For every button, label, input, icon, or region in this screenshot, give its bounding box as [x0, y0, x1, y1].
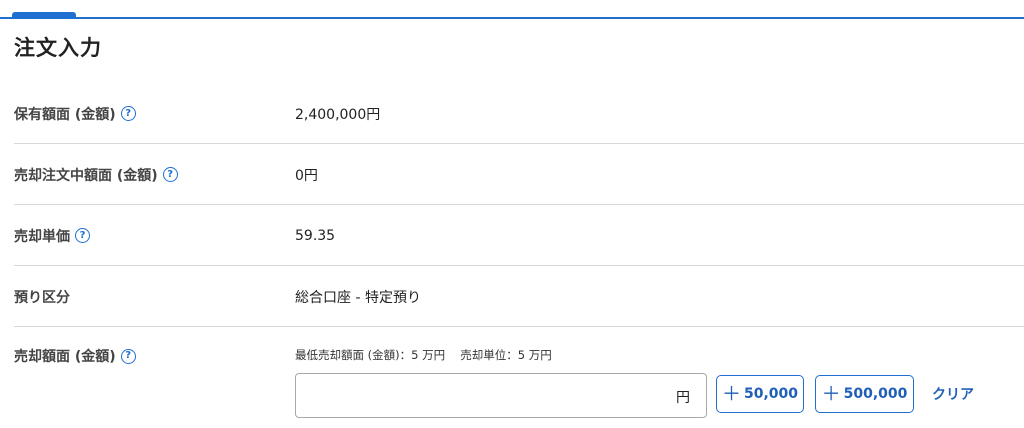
row-value: 0円 [295, 167, 318, 184]
page-title: 注文入力 [14, 36, 102, 60]
row-pending-sell-face-value: 売却注文中額面 (金額) ? 0円 [14, 144, 1024, 205]
amount-constraints-note: 最低売却額面 (金額)：5 万円 売却単位：5 万円 [295, 348, 552, 362]
amount-input-box[interactable]: 円 [295, 373, 707, 418]
row-value: 総合口座 - 特定預り [295, 289, 421, 306]
header-divider [0, 17, 1024, 19]
help-icon[interactable]: ? [75, 228, 90, 243]
help-icon[interactable]: ? [162, 167, 178, 182]
row-label-wrap: 売却単価 ? [14, 205, 90, 266]
help-icon[interactable]: ? [120, 348, 136, 364]
row-sell-unit-price: 売却単価 ? 59.35 [14, 205, 1024, 266]
add-500000-button[interactable]: ＋ 500,000 [815, 375, 914, 413]
add-50000-label: 50,000 [743, 386, 799, 402]
row-value: 59.35 [295, 227, 336, 244]
plus-icon: ＋ [721, 382, 741, 405]
add-50000-button[interactable]: ＋ 50,000 [716, 375, 804, 413]
row-custody-type: 預り区分 総合口座 - 特定預り [14, 266, 1024, 327]
row-label: 売却注文中額面 (金額) [14, 167, 158, 184]
row-holding-face-value: 保有額面 (金額) ? 2,400,000円 [14, 83, 1024, 144]
add-500000-label: 500,000 [843, 386, 908, 402]
row-label: 預り区分 [14, 289, 70, 306]
row-sell-face-value: 売却額面 (金額) ? 最低売却額面 (金額)：5 万円 売却単位：5 万円 円… [14, 327, 1024, 427]
clear-button[interactable]: クリア [932, 375, 974, 413]
row-label: 保有額面 (金額) [14, 106, 116, 123]
row-label-wrap: 保有額面 (金額) ? [14, 83, 136, 144]
row-label-wrap: 預り区分 [14, 266, 70, 327]
plus-icon: ＋ [821, 382, 841, 405]
row-label-wrap: 売却注文中額面 (金額) ? [14, 144, 178, 205]
row-label: 売却額面 (金額) [14, 349, 116, 365]
help-icon[interactable]: ? [120, 106, 136, 121]
order-info-list: 保有額面 (金額) ? 2,400,000円 売却注文中額面 (金額) ? 0円… [14, 83, 1024, 427]
amount-unit-label: 円 [676, 389, 690, 406]
row-value: 2,400,000円 [295, 106, 381, 123]
sell-amount-input[interactable] [304, 382, 654, 410]
row-label-wrap: 売却額面 (金額) ? [14, 346, 136, 366]
row-label: 売却単価 [14, 228, 70, 245]
order-entry-page: 注文入力 保有額面 (金額) ? 2,400,000円 売却注文中額面 (金額)… [0, 0, 1024, 428]
